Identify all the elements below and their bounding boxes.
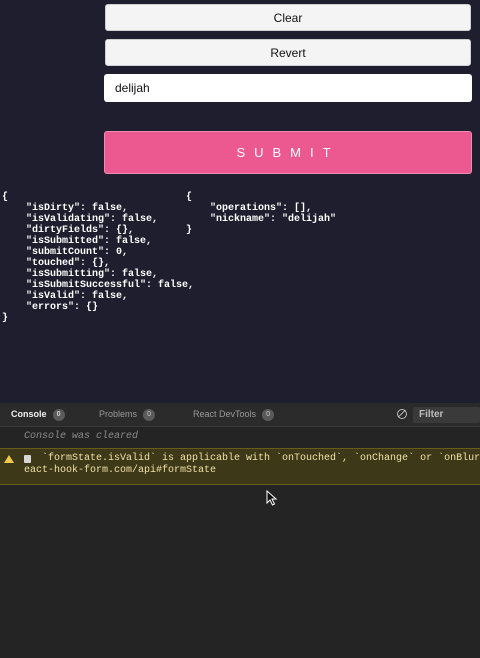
tab-console-label: Console xyxy=(11,409,47,419)
form-app: Clear Revert SUBMIT { "isDirty": false, … xyxy=(0,0,480,403)
devtools-tab-bar: Console 0 Problems 0 React DevTools 0 Filte… xyxy=(0,403,480,427)
warning-icon xyxy=(4,455,14,463)
tab-problems[interactable]: Problems 0 xyxy=(99,403,156,426)
warning-message: `formState.isValid` is applicable with `… xyxy=(24,453,480,477)
tab-react-devtools-label: React DevTools xyxy=(193,409,257,419)
form-state-output: { "isDirty": false, "isValidating": fals… xyxy=(2,192,195,324)
clear-console-icon[interactable] xyxy=(397,409,407,419)
warning-line-1: `formState.isValid` is applicable with `… xyxy=(24,453,480,464)
console-cleared-message: Console was cleared xyxy=(24,431,139,442)
tab-react-devtools-count: 0 xyxy=(262,408,275,421)
mouse-cursor-icon xyxy=(266,490,278,506)
revert-button[interactable]: Revert xyxy=(105,39,471,66)
warning-line-2[interactable]: eact-hook-form.com/api#formState xyxy=(24,465,216,476)
nickname-input[interactable] xyxy=(104,74,472,102)
tab-problems-label: Problems xyxy=(99,409,138,419)
submit-button[interactable]: SUBMIT xyxy=(104,131,472,174)
tab-console[interactable]: Console 0 xyxy=(11,403,65,426)
tab-problems-count: 0 xyxy=(143,408,156,421)
tab-console-count: 0 xyxy=(52,408,65,421)
clear-button[interactable]: Clear xyxy=(105,4,471,31)
devtools-console-panel: Console 0 Problems 0 React DevTools 0 Filte… xyxy=(0,403,480,658)
form-values-output: { "operations": [], "nickname": "delijah… xyxy=(186,192,337,236)
console-warning-row: `formState.isValid` is applicable with `… xyxy=(0,448,480,485)
filter-input[interactable]: Filter xyxy=(413,407,480,423)
tab-react-devtools[interactable]: React DevTools 0 xyxy=(193,403,275,426)
